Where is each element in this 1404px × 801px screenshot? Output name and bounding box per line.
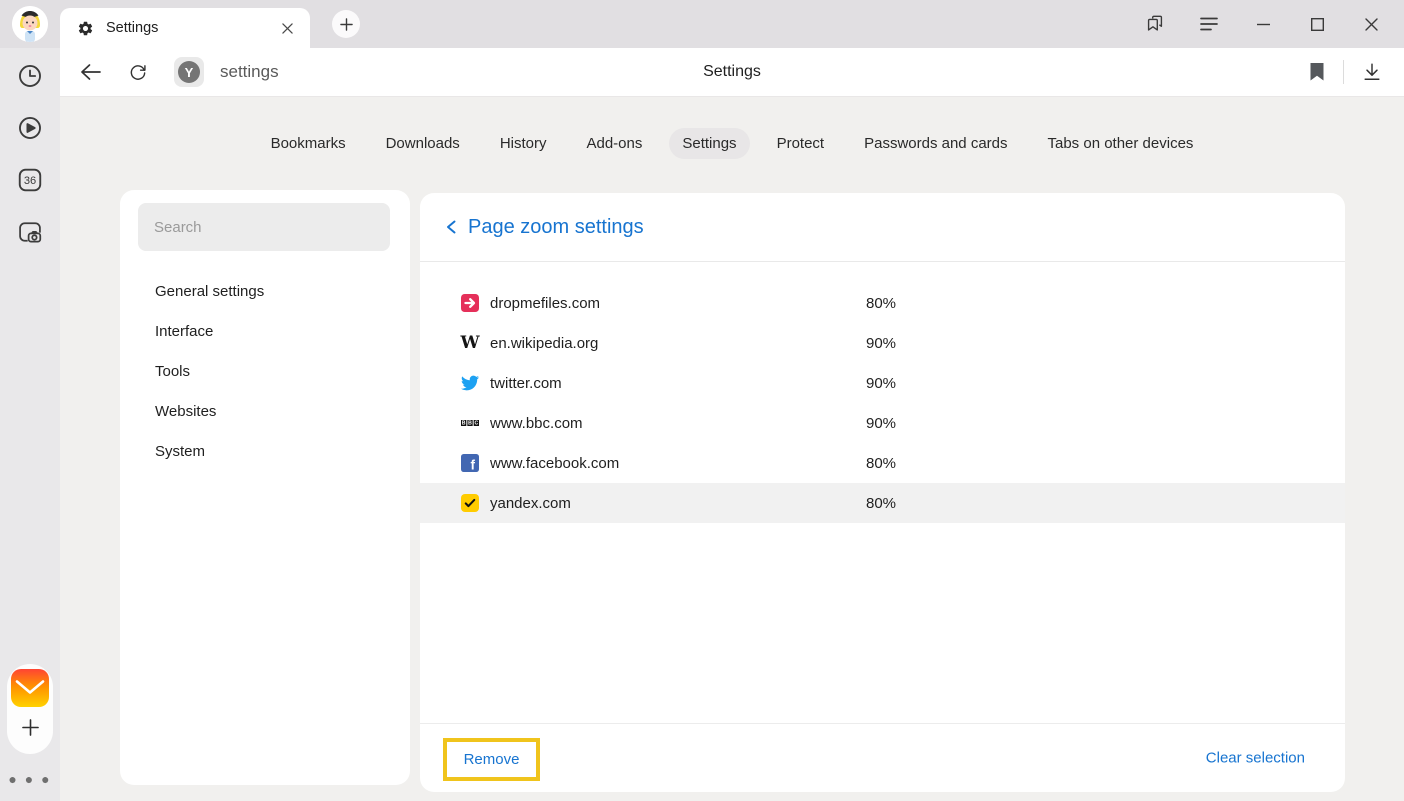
wikipedia-favicon: W (461, 334, 479, 352)
dropmefiles-favicon (461, 294, 479, 312)
site-zoom-value: 80% (866, 295, 896, 312)
site-name: twitter.com (490, 375, 562, 392)
site-row[interactable]: f www.facebook.com 80% (420, 443, 1345, 483)
address-toolbar: Y settings Settings (60, 48, 1404, 97)
remove-button[interactable]: Remove (443, 738, 540, 781)
svg-text:C: C (474, 421, 478, 427)
video-play-icon[interactable] (16, 114, 44, 142)
sidebar-item[interactable]: Tools (120, 352, 410, 392)
gear-icon (77, 20, 94, 37)
site-zoom-value: 90% (866, 375, 896, 392)
tab-counter-icon[interactable]: 36 (16, 166, 44, 194)
nav-tab[interactable]: Passwords and cards (851, 128, 1020, 159)
nav-tab[interactable]: Bookmarks (258, 128, 359, 159)
search-input[interactable] (138, 203, 390, 251)
tab-title: Settings (106, 20, 276, 36)
url-text[interactable]: settings (220, 62, 279, 82)
tab-close-icon[interactable] (276, 17, 298, 39)
site-zoom-value: 90% (866, 415, 896, 432)
panel-footer: Remove Clear selection (420, 723, 1345, 792)
site-zoom-value: 80% (866, 455, 896, 472)
screenshot-camera-icon[interactable] (16, 218, 44, 246)
checkbox-checked-icon (461, 494, 479, 512)
sidebar-item[interactable]: System (120, 432, 410, 472)
svg-text:36: 36 (24, 175, 36, 187)
site-row[interactable]: dropmefiles.com 80% (420, 283, 1345, 323)
reload-icon[interactable] (128, 62, 148, 82)
site-badge-yandex-icon[interactable]: Y (174, 57, 204, 87)
list-spacer (420, 523, 1345, 723)
nav-tab[interactable]: History (487, 128, 560, 159)
checkbox-unchecked-favicon-facebook: f (461, 454, 479, 472)
svg-text:B: B (468, 421, 472, 427)
add-shortcut-plus-icon[interactable] (15, 712, 45, 742)
browser-window: Settings (0, 0, 1404, 801)
settings-sidebar: General settingsInterfaceToolsWebsitesSy… (120, 190, 410, 785)
sidebar-item[interactable]: Interface (120, 312, 410, 352)
site-name: en.wikipedia.org (490, 335, 598, 352)
toolbar-divider (1343, 60, 1344, 84)
tab-bar: Settings (0, 0, 1404, 48)
bbc-favicon: BBC (461, 414, 479, 432)
back-icon[interactable] (80, 63, 102, 81)
site-row[interactable]: BBC www.bbc.com 90% (420, 403, 1345, 443)
sidebar-item[interactable]: General settings (120, 272, 410, 312)
nav-tab[interactable]: Add-ons (573, 128, 655, 159)
sidebar-items: General settingsInterfaceToolsWebsitesSy… (120, 272, 410, 472)
download-icon[interactable] (1362, 62, 1382, 82)
site-list: dropmefiles.com 80% W en.wikipedia.org 9… (420, 262, 1345, 523)
page-zoom-panel: Page zoom settings dropmefiles.com 80% W… (420, 193, 1345, 792)
panel-title: Page zoom settings (468, 216, 644, 239)
bookmark-icon[interactable] (1309, 62, 1325, 82)
nav-tab[interactable]: Settings (669, 128, 749, 159)
history-clock-icon[interactable] (16, 62, 44, 90)
site-row[interactable]: W en.wikipedia.org 90% (420, 323, 1345, 363)
site-row[interactable]: twitter.com 90% (420, 363, 1345, 403)
svg-text:B: B (462, 421, 466, 427)
site-zoom-value: 80% (866, 495, 896, 512)
menu-icon[interactable] (1182, 0, 1236, 48)
new-tab-button[interactable] (332, 10, 360, 38)
clear-selection-link[interactable]: Clear selection (1206, 750, 1305, 767)
site-row[interactable]: yandex.com 80% (420, 483, 1345, 523)
minimize-icon[interactable] (1236, 0, 1290, 48)
chevron-left-icon[interactable] (443, 218, 459, 236)
maximize-icon[interactable] (1290, 0, 1344, 48)
svg-text:f: f (470, 457, 475, 472)
collections-icon[interactable] (1128, 0, 1182, 48)
close-icon[interactable] (1344, 0, 1398, 48)
site-name: dropmefiles.com (490, 295, 600, 312)
left-sidebar-rail: 36 ● ● ● (0, 48, 60, 801)
yandex-mail-icon[interactable] (11, 669, 49, 707)
page-title: Settings (703, 63, 761, 81)
site-zoom-value: 90% (866, 335, 896, 352)
remove-button-label: Remove (464, 751, 520, 768)
nav-tab[interactable]: Tabs on other devices (1035, 128, 1207, 159)
sidebar-item[interactable]: Websites (120, 392, 410, 432)
pinned-apps-pill (7, 664, 53, 754)
settings-nav-tabs: Bookmarks Downloads History Add-ons Settings… (60, 128, 1404, 159)
twitter-favicon (461, 374, 479, 392)
nav-tab[interactable]: Protect (764, 128, 838, 159)
browser-tab-settings[interactable]: Settings (60, 8, 310, 48)
site-name: yandex.com (490, 495, 571, 512)
page-zoom-header[interactable]: Page zoom settings (420, 193, 1345, 262)
rail-more-dots-icon[interactable]: ● ● ● (0, 771, 60, 787)
settings-page: Bookmarks Downloads History Add-ons Settings… (60, 97, 1404, 801)
site-name: www.bbc.com (490, 415, 583, 432)
profile-avatar[interactable] (12, 6, 48, 42)
nav-tab[interactable]: Downloads (373, 128, 473, 159)
site-name: www.facebook.com (490, 455, 619, 472)
